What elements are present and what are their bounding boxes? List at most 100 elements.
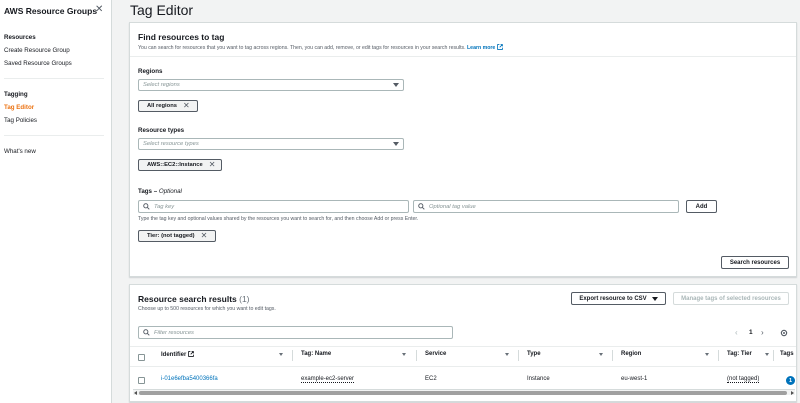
tag-key-placeholder: Tag key (154, 204, 175, 210)
gear-icon[interactable] (780, 329, 788, 337)
resource-types-token-label: AWS::EC2::Instance (147, 162, 203, 168)
previous-page-icon[interactable]: ‹ (735, 328, 738, 337)
select-all-checkbox[interactable] (138, 354, 145, 361)
column-separator (518, 350, 519, 361)
filter-resources-input[interactable]: Filter resources (138, 326, 453, 339)
export-csv-button[interactable]: Export resource to CSV (571, 292, 666, 305)
learn-more-link[interactable]: Learn more (467, 44, 503, 51)
tags-label: Tags – Optional (138, 188, 182, 195)
page-number[interactable]: 1 (749, 329, 753, 336)
column-separator (416, 350, 417, 361)
region-value: eu-west-1 (621, 376, 648, 382)
scrollbar-thumb[interactable] (139, 391, 787, 395)
caret-down-icon (393, 142, 399, 146)
sort-icon[interactable] (765, 353, 769, 356)
sort-icon[interactable] (279, 353, 283, 356)
scroll-right-icon[interactable] (791, 391, 794, 395)
page-title: Tag Editor (130, 2, 194, 18)
remove-token-icon[interactable]: ✕ (201, 232, 208, 240)
results-description: Choose up to 500 resources for which you… (138, 306, 276, 312)
tag-value-placeholder: Optional tag value (429, 204, 476, 210)
column-separator (718, 350, 719, 361)
manage-tags-button[interactable]: Manage tags of selected resources (673, 292, 789, 305)
caret-down-icon (651, 296, 658, 301)
tag-name-value[interactable]: example-ec2-server (301, 376, 355, 383)
filter-placeholder: Filter resources (154, 330, 194, 336)
column-header-region[interactable]: Region (621, 351, 641, 357)
export-csv-label: Export resource to CSV (579, 295, 647, 302)
tag-token: Tier: (not tagged) ✕ (138, 230, 216, 242)
next-page-icon[interactable]: › (761, 328, 764, 337)
find-resources-title: Find resources to tag (138, 32, 225, 42)
column-header-identifier[interactable]: Identifier (161, 351, 194, 358)
regions-token-label: All regions (147, 103, 177, 109)
sort-icon[interactable] (402, 353, 406, 356)
sidebar: AWS Resource Groups ✕ Resources Create R… (0, 0, 112, 403)
find-panel-header (130, 23, 796, 57)
column-separator (612, 350, 613, 361)
search-resources-button[interactable]: Search resources (721, 256, 789, 269)
sidebar-item-tag-policies[interactable]: Tag Policies (4, 117, 37, 124)
results-count: (1) (239, 294, 250, 304)
column-identifier-label: Identifier (161, 352, 187, 358)
table-divider (130, 366, 796, 367)
search-icon (143, 329, 150, 336)
identifier-link[interactable]: i-01e6efba5400366fa (161, 376, 218, 382)
tag-token-label: Tier: (not tagged) (147, 233, 195, 239)
add-tag-button[interactable]: Add (686, 200, 717, 213)
find-resources-description: You can search for resources that you wa… (138, 44, 503, 51)
tag-value-input[interactable]: Optional tag value (413, 200, 679, 213)
tags-optional: Optional (158, 188, 182, 195)
resource-types-select[interactable]: Select resource types (138, 138, 404, 150)
remove-token-icon[interactable]: ✕ (209, 161, 216, 169)
sort-icon[interactable] (705, 353, 709, 356)
sidebar-item-whats-new[interactable]: What's new (4, 148, 36, 155)
service-value: EC2 (425, 376, 437, 382)
sidebar-item-tag-editor[interactable]: Tag Editor (4, 104, 34, 111)
caret-down-icon (393, 83, 399, 87)
regions-select[interactable]: Select regions (138, 79, 404, 91)
sidebar-heading-resources: Resources (4, 34, 36, 41)
sidebar-title: AWS Resource Groups (4, 6, 98, 16)
tag-tier-value[interactable]: (not tagged) (727, 376, 760, 383)
sidebar-item-create-resource-group[interactable]: Create Resource Group (4, 47, 70, 54)
external-link-icon (496, 44, 503, 50)
resource-types-token: AWS::EC2::Instance ✕ (138, 159, 222, 171)
column-header-type[interactable]: Type (527, 351, 541, 357)
sidebar-divider (4, 78, 104, 79)
external-link-icon (188, 351, 194, 357)
regions-label: Regions (138, 68, 163, 75)
column-header-service[interactable]: Service (425, 351, 446, 357)
sort-icon[interactable] (599, 353, 603, 356)
description-text: You can search for resources that you wa… (138, 45, 466, 51)
resource-types-label: Resource types (138, 127, 185, 134)
results-title-text: Resource search results (138, 294, 237, 304)
table-divider (130, 346, 796, 347)
tags-hint: Type the tag key and optional values sha… (138, 216, 419, 222)
regions-token: All regions ✕ (138, 100, 198, 112)
column-header-tag-tier[interactable]: Tag: Tier (727, 351, 752, 357)
tags-label-text: Tags (138, 188, 152, 195)
sidebar-item-saved-resource-groups[interactable]: Saved Resource Groups (4, 60, 72, 67)
scroll-left-icon[interactable] (134, 391, 137, 395)
horizontal-scrollbar[interactable] (133, 389, 795, 395)
learn-more-label: Learn more (467, 45, 496, 51)
sidebar-divider (4, 135, 104, 136)
search-icon (143, 203, 150, 210)
type-value: Instance (527, 376, 550, 382)
column-separator (292, 350, 293, 361)
row-checkbox[interactable] (138, 377, 145, 384)
close-icon[interactable]: ✕ (95, 4, 103, 15)
search-icon (418, 203, 425, 210)
sidebar-heading-tagging: Tagging (4, 91, 28, 98)
results-title: Resource search results (1) (138, 294, 250, 304)
remove-token-icon[interactable]: ✕ (183, 102, 190, 110)
column-header-tag-name[interactable]: Tag: Name (301, 351, 331, 357)
tags-count-badge[interactable]: 1 (786, 376, 795, 385)
resource-types-placeholder: Select resource types (143, 141, 199, 147)
tag-key-input[interactable]: Tag key (138, 200, 409, 213)
regions-placeholder: Select regions (143, 82, 180, 88)
column-separator (773, 350, 774, 361)
sort-icon[interactable] (505, 353, 509, 356)
column-header-tags[interactable]: Tags (780, 351, 794, 357)
